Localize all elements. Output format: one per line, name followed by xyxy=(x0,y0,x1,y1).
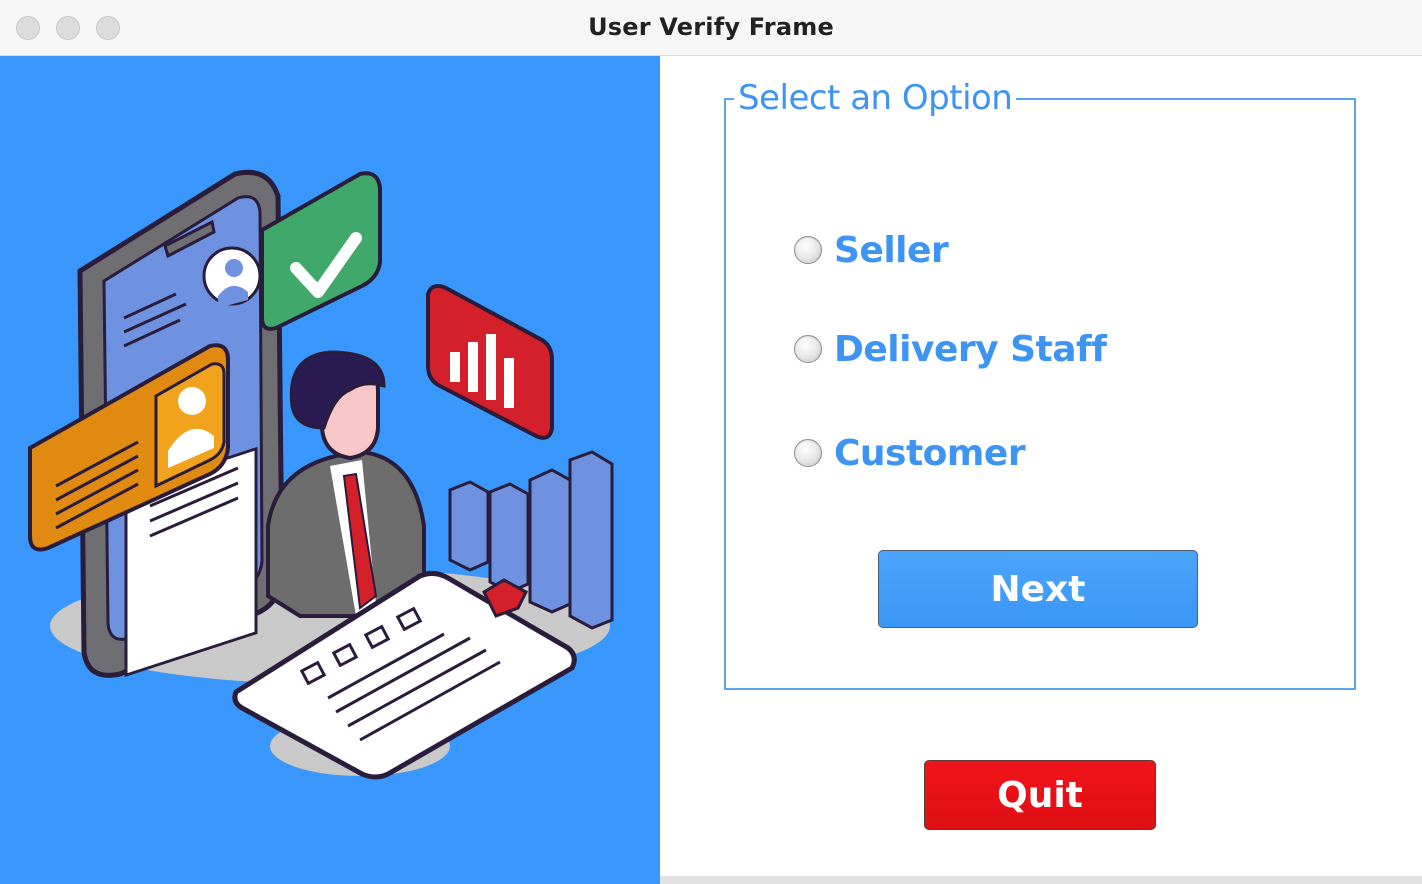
radio-option-customer[interactable]: Customer xyxy=(794,429,1026,477)
verification-illustration xyxy=(0,56,660,884)
radio-label[interactable]: Customer xyxy=(834,433,1026,474)
quit-button[interactable]: Quit xyxy=(924,760,1156,830)
illustration-artwork xyxy=(28,169,614,780)
next-button[interactable]: Next xyxy=(878,550,1198,628)
groupbox-legend: Select an Option xyxy=(734,78,1017,118)
window-title: User Verify Frame xyxy=(588,13,834,41)
window-bottom-edge xyxy=(660,876,1422,884)
option-groupbox: Select an Option Seller Delivery Staff C… xyxy=(724,78,1356,690)
person-avatar-icon xyxy=(266,350,426,618)
radio-option-seller[interactable]: Seller xyxy=(794,226,949,274)
radio-button[interactable] xyxy=(794,236,822,264)
bar-chart-card-icon xyxy=(426,284,554,440)
radio-label[interactable]: Seller xyxy=(834,230,949,271)
window-titlebar: User Verify Frame xyxy=(0,0,1422,56)
radio-label[interactable]: Delivery Staff xyxy=(834,329,1107,370)
radio-button[interactable] xyxy=(794,439,822,467)
radio-button[interactable] xyxy=(794,335,822,363)
radio-option-delivery-staff[interactable]: Delivery Staff xyxy=(794,325,1107,373)
option-panel: Select an Option Seller Delivery Staff C… xyxy=(660,56,1422,884)
